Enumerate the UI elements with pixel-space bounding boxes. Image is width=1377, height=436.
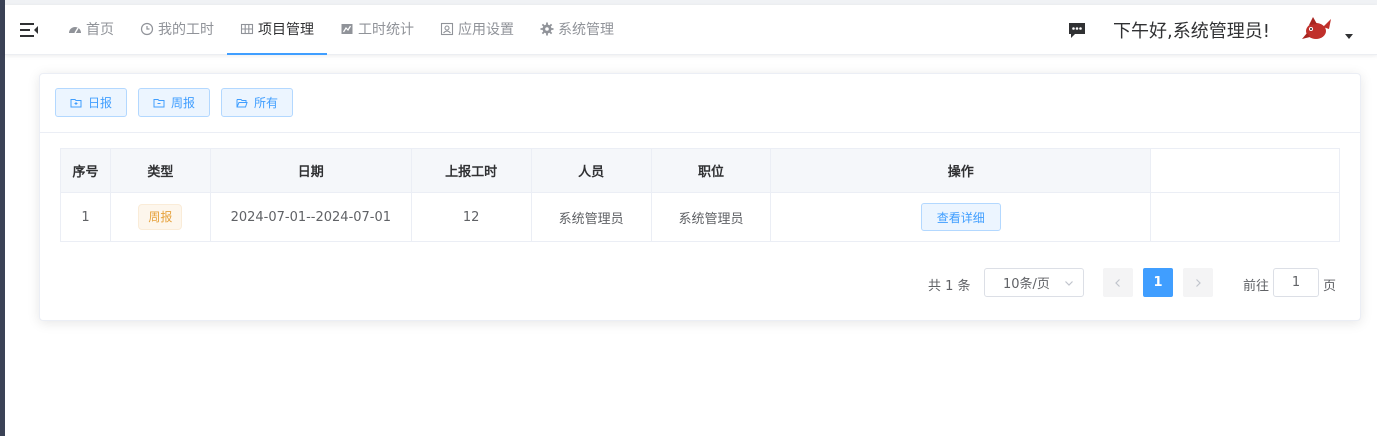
row-hours: 12 [411,193,532,242]
column-header: 人员 [531,149,652,193]
menu-item-hour-stats[interactable]: 工时统计 [327,5,427,55]
weekly-button[interactable]: 周报 [138,88,211,117]
app-icon [440,22,454,36]
daily-button[interactable]: 日报 [55,88,128,117]
chevron-right-icon [1196,278,1201,287]
page-number-current[interactable]: 1 [1143,268,1173,297]
column-header: 日期 [210,149,412,193]
column-header: 操作 [771,149,1152,193]
report-table: 序号 类型 日期 上报工时 人员 职位 操作 1 周报 2024-07-01--… [60,148,1341,242]
table-filler-cell [1151,149,1341,193]
caret-down-icon[interactable] [1345,34,1353,39]
column-header: 序号 [61,149,111,193]
top-menu: 首页 我的工时 项目管理 工时统计 应用设置 系统管理 [55,5,627,55]
column-header: 类型 [110,149,211,193]
navbar: 首页 我的工时 项目管理 工时统计 应用设置 系统管理 下午好,系统管理员! [5,5,1377,55]
daily-button-label: 日报 [88,96,113,110]
menu-item-label: 应用设置 [458,22,514,38]
pagination-total: 共 1 条 [928,279,971,294]
row-position: 系统管理员 [651,193,772,242]
table-header-row: 序号 类型 日期 上报工时 人员 职位 操作 [61,149,1341,193]
menu-item-label: 工时统计 [358,22,414,38]
goto-page-input[interactable] [1273,268,1319,297]
pagination: 共 1 条 10条/页 1 前往 页 [40,268,1360,298]
column-header: 职位 [651,149,772,193]
table-filler-cell [1151,193,1341,242]
menu-item-my-hours[interactable]: 我的工时 [127,5,227,55]
next-page-button[interactable] [1183,268,1213,297]
goto-suffix: 页 [1323,279,1337,294]
card-header: 日报 周报 所有 [40,74,1360,133]
message-icon[interactable] [1067,20,1087,40]
prev-page-button[interactable] [1103,268,1133,297]
page-size-value: 10条/页 [1003,277,1050,292]
menu-item-projects[interactable]: 项目管理 [227,5,327,55]
all-button[interactable]: 所有 [221,88,294,117]
folder-icon [153,98,165,107]
all-button-label: 所有 [254,96,279,110]
view-detail-button[interactable]: 查看详细 [920,203,1001,231]
row-date: 2024-07-01--2024-07-01 [210,193,412,242]
goto-prefix: 前往 [1243,279,1270,294]
gear-icon [540,22,554,36]
menu-item-system-admin[interactable]: 系统管理 [527,5,627,55]
avatar[interactable] [1301,13,1333,45]
column-header: 上报工时 [411,149,532,193]
page-size-select[interactable]: 10条/页 [984,268,1084,297]
table-row: 1 周报 2024-07-01--2024-07-01 12 系统管理员 系统管… [61,193,1341,242]
greeting-text: 下午好,系统管理员! [1113,21,1270,42]
dashboard-icon [68,22,82,36]
row-person: 系统管理员 [531,193,652,242]
report-card: 日报 周报 所有 序号 类型 日期 上报工时 人员 职位 操作 1 周报 202… [39,73,1361,321]
chevron-down-icon [1065,281,1073,286]
folder-open-icon [236,98,248,107]
grid-icon [240,22,254,36]
row-type-cell: 周报 [110,193,211,242]
app: 首页 我的工时 项目管理 工时统计 应用设置 系统管理 下午好,系统管理员! 日… [5,0,1377,436]
menu-item-label: 首页 [86,22,114,38]
folder-icon [70,98,82,107]
chart-icon [340,22,354,36]
hamburger-icon[interactable] [19,20,39,40]
menu-item-label: 我的工时 [158,22,214,38]
row-action-cell: 查看详细 [771,193,1152,242]
menu-item-home[interactable]: 首页 [55,5,127,55]
menu-item-label: 项目管理 [258,22,314,38]
weekly-button-label: 周报 [171,96,196,110]
menu-item-label: 系统管理 [558,22,614,38]
chevron-left-icon [1115,278,1120,287]
type-tag: 周报 [138,204,183,230]
row-index: 1 [61,193,111,242]
clock-icon [140,22,154,36]
menu-item-app-settings[interactable]: 应用设置 [427,5,527,55]
